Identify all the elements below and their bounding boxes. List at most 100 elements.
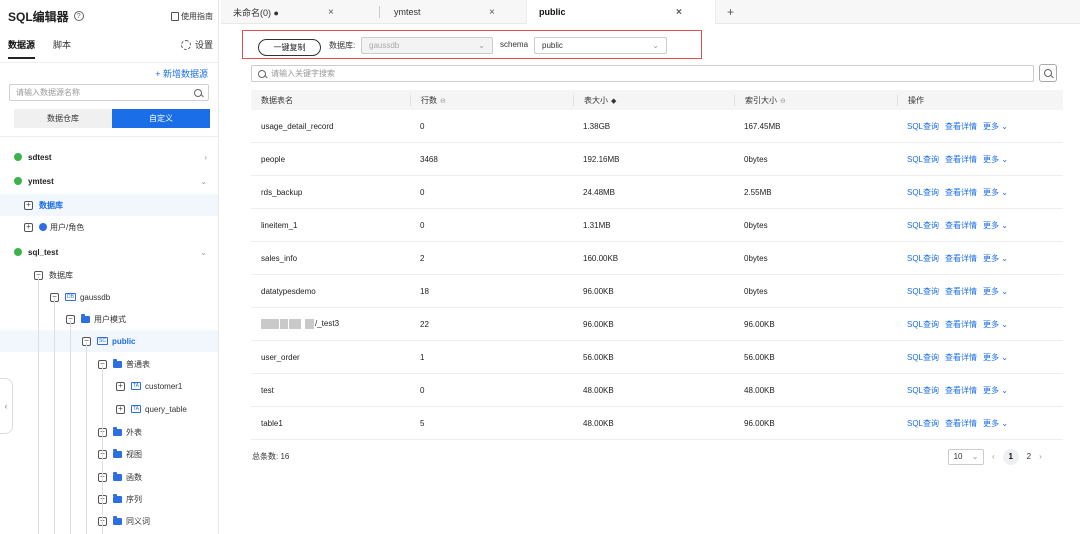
schema-select[interactable]: public ⌄ (534, 37, 667, 54)
tree-item-public[interactable]: − SC public (0, 330, 218, 352)
view-details-link[interactable]: 查看详情 (945, 122, 977, 131)
sql-query-link[interactable]: SQL查询 (907, 122, 939, 131)
tree-item-sql-test-database[interactable]: − 数据库 (0, 264, 218, 286)
guide-link[interactable]: 使用指南 (171, 11, 213, 22)
help-icon[interactable]: ? (73, 11, 84, 21)
view-details-link[interactable]: 查看详情 (945, 287, 977, 296)
tree-item-sequence[interactable]: + 序列 (0, 488, 218, 510)
cell-size: 24.48MB (583, 187, 616, 197)
more-dropdown[interactable]: 更多 ⌄ (983, 353, 1008, 362)
more-dropdown[interactable]: 更多 ⌄ (983, 221, 1008, 230)
tab-script[interactable]: 脚本 (53, 38, 71, 57)
sql-query-link[interactable]: SQL查询 (907, 254, 939, 263)
sort-icon[interactable]: ⊖ (440, 98, 446, 105)
sql-query-link[interactable]: SQL查询 (907, 353, 939, 362)
cell-name: rds_backup (261, 187, 303, 197)
sort-icon[interactable]: ⊖ (780, 98, 786, 105)
keyword-search-input[interactable]: 请输入关键字搜索 (251, 65, 1034, 82)
more-dropdown[interactable]: 更多 ⌄ (983, 287, 1008, 296)
schema-label: schema (500, 40, 529, 49)
tree-item-schema-folder[interactable]: − 用户模式 (0, 308, 218, 330)
sql-query-link[interactable]: SQL查询 (907, 386, 939, 395)
user-icon (39, 223, 47, 231)
cell-name: datatypesdemo (261, 286, 316, 296)
database-value: gaussdb (369, 41, 400, 50)
table-row: usage_detail_record 0 1.38GB 167.45MB SQ… (251, 110, 1063, 143)
prev-page-icon[interactable]: ‹ (992, 452, 995, 461)
sort-icon[interactable]: ◆ (611, 98, 616, 105)
tab-ymtest[interactable]: ymtest × (382, 0, 526, 24)
settings-label: 设置 (194, 40, 213, 50)
expand-icon[interactable]: + (24, 222, 33, 232)
more-dropdown[interactable]: 更多 ⌄ (983, 320, 1008, 329)
view-details-link[interactable]: 查看详情 (945, 254, 977, 263)
close-icon[interactable]: × (328, 7, 334, 18)
tree-item-view[interactable]: + 视图 (0, 443, 218, 465)
expand-icon[interactable]: + (24, 200, 33, 210)
database-select[interactable]: gaussdb ⌄ (361, 37, 493, 54)
sql-query-link[interactable]: SQL查询 (907, 320, 939, 329)
view-details-link[interactable]: 查看详情 (945, 320, 977, 329)
page-size-select[interactable]: 10 ⌄ (948, 448, 984, 465)
sql-query-link[interactable]: SQL查询 (907, 287, 939, 296)
close-icon[interactable]: × (489, 7, 495, 18)
sql-query-link[interactable]: SQL查询 (907, 221, 939, 230)
expand-icon[interactable]: + (116, 404, 125, 414)
tab-datasource[interactable]: 数据源 (8, 38, 36, 59)
tree-item-customer1[interactable]: + TA customer1 (0, 375, 218, 397)
view-details-link[interactable]: 查看详情 (945, 221, 977, 230)
tree-connection-sql-test[interactable]: sql_test ⌄ (0, 241, 218, 263)
tree-item-normal-table[interactable]: − 普通表 (0, 353, 218, 375)
more-dropdown[interactable]: 更多 ⌄ (983, 386, 1008, 395)
search-button[interactable] (1039, 64, 1057, 82)
tab-untitled[interactable]: 未命名(0) ● × (221, 0, 371, 24)
tree-item-ymtest-database[interactable]: + 数据库 (0, 194, 218, 216)
header-index[interactable]: 索引大小 ⊖ (734, 94, 897, 106)
header-rows[interactable]: 行数 ⊖ (410, 94, 573, 106)
sql-query-link[interactable]: SQL查询 (907, 155, 939, 164)
view-details-link[interactable]: 查看详情 (945, 155, 977, 164)
page-2[interactable]: 2 (1027, 452, 1031, 461)
copy-button[interactable]: 一键复制 (258, 39, 321, 56)
cell-index: 96.00KB (744, 319, 775, 329)
sidebar-collapse-handle[interactable]: ‹ (0, 378, 13, 434)
tree-item-foreign-table[interactable]: + 外表 (0, 421, 218, 443)
search-icon[interactable] (194, 88, 202, 97)
next-page-icon[interactable]: › (1039, 452, 1042, 461)
tree-connection-ymtest[interactable]: ymtest ⌄ (0, 170, 218, 192)
tab-public[interactable]: public × (526, 0, 716, 24)
header-size[interactable]: 表大小 ◆ (573, 94, 734, 106)
tree-item-synonym[interactable]: + 同义词 (0, 510, 218, 532)
page-1[interactable]: 1 (1002, 448, 1019, 465)
view-details-link[interactable]: 查看详情 (945, 188, 977, 197)
tree-connection-sdtest[interactable]: sdtest › (0, 146, 218, 168)
expand-icon[interactable]: + (116, 381, 125, 391)
view-details-link[interactable]: 查看详情 (945, 386, 977, 395)
more-dropdown[interactable]: 更多 ⌄ (983, 188, 1008, 197)
add-tab-icon[interactable]: + (727, 5, 734, 19)
more-dropdown[interactable]: 更多 ⌄ (983, 254, 1008, 263)
segment-custom[interactable]: 自定义 (112, 109, 210, 128)
view-details-link[interactable]: 查看详情 (945, 353, 977, 362)
tree-item-query-table[interactable]: + TA query_table (0, 398, 218, 420)
datasource-search-input[interactable]: 请输入数据源名称 (9, 84, 209, 101)
more-dropdown[interactable]: 更多 ⌄ (983, 122, 1008, 131)
more-dropdown[interactable]: 更多 ⌄ (983, 419, 1008, 428)
tree-item-ymtest-users[interactable]: + 用户/角色 (0, 216, 218, 238)
connection-status-icon (14, 248, 22, 256)
more-dropdown[interactable]: 更多 ⌄ (983, 155, 1008, 164)
sql-query-link[interactable]: SQL查询 (907, 188, 939, 197)
chevron-down-icon: ⌄ (652, 41, 659, 50)
view-details-link[interactable]: 查看详情 (945, 419, 977, 428)
segment-warehouse[interactable]: 数据仓库 (14, 109, 112, 128)
add-datasource-link[interactable]: + 新增数据源 (155, 67, 208, 80)
cell-actions: SQL查询 查看详情 更多 ⌄ (897, 187, 1063, 198)
cell-actions: SQL查询 查看详情 更多 ⌄ (897, 154, 1063, 165)
tree-item-gaussdb[interactable]: − DB gaussdb (0, 286, 218, 308)
sidebar: SQL编辑器 ? 使用指南 数据源 脚本 设置 + 新增数据源 请输入数据源名称… (0, 0, 219, 534)
close-icon[interactable]: × (676, 7, 682, 18)
sql-query-link[interactable]: SQL查询 (907, 419, 939, 428)
settings-button[interactable]: 设置 (180, 38, 213, 51)
tree-item-function[interactable]: + 函数 (0, 466, 218, 488)
cell-size: 48.00KB (583, 385, 614, 395)
